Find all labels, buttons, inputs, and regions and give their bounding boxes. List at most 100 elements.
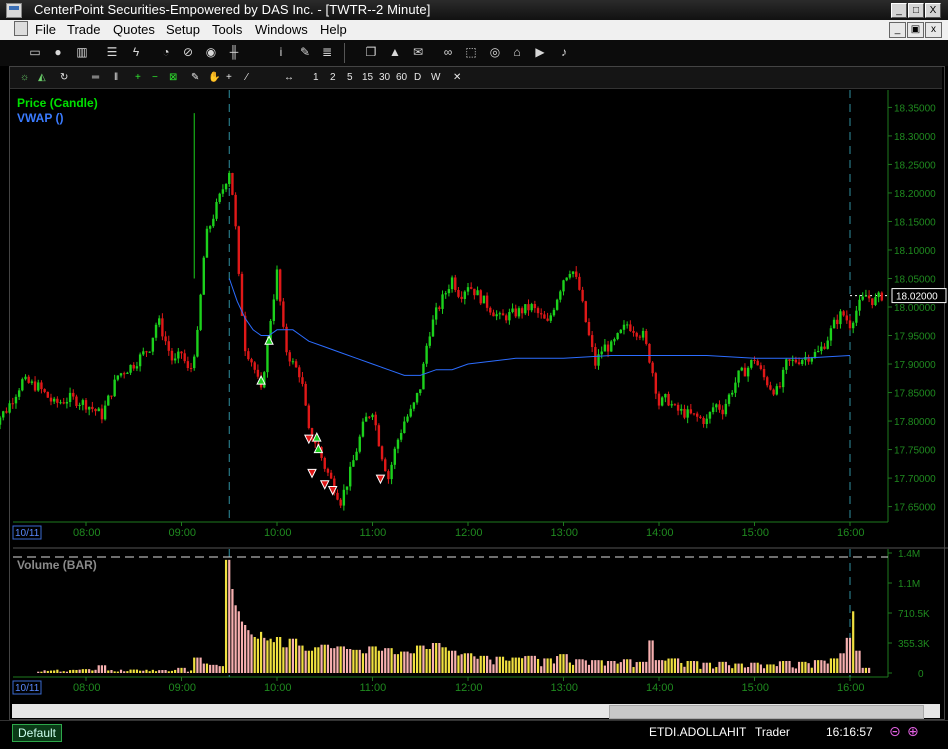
volume-bar bbox=[670, 658, 673, 673]
candle-up bbox=[549, 315, 552, 321]
volume-bar bbox=[78, 669, 81, 673]
candle-down bbox=[578, 276, 581, 290]
candle-up bbox=[68, 392, 72, 403]
candle-up bbox=[746, 367, 750, 377]
price-tick-label: 17.90000 bbox=[894, 360, 936, 371]
volume-bar bbox=[202, 663, 205, 673]
time-axis-tick-label: 08:00 bbox=[73, 527, 101, 539]
candle-down bbox=[43, 389, 46, 392]
volume-bar bbox=[387, 648, 390, 673]
volume-time-axis-tick-label: 14:00 bbox=[646, 682, 674, 694]
candle-down bbox=[546, 318, 549, 321]
volume-bar bbox=[46, 670, 49, 673]
volume-bar bbox=[527, 655, 530, 673]
candle-down bbox=[797, 362, 801, 365]
candle-down bbox=[842, 311, 845, 316]
volume-bar bbox=[524, 656, 527, 673]
volume-bar bbox=[832, 658, 836, 673]
candle-up bbox=[212, 218, 215, 227]
candle-down bbox=[581, 289, 584, 302]
volume-bar bbox=[482, 655, 486, 673]
volume-bar bbox=[750, 662, 753, 673]
candle-down bbox=[84, 400, 88, 410]
candle-down bbox=[123, 373, 126, 375]
candle-up bbox=[154, 324, 158, 338]
candle-up bbox=[173, 358, 177, 361]
candle-up bbox=[272, 299, 276, 321]
volume-bar bbox=[664, 660, 667, 673]
volume-bar bbox=[571, 664, 575, 673]
volume-bar bbox=[390, 648, 393, 673]
role-label: Trader bbox=[755, 725, 790, 739]
volume-bar bbox=[123, 671, 126, 673]
volume-bar bbox=[183, 667, 186, 673]
volume-bar bbox=[240, 621, 244, 673]
candle-down bbox=[307, 405, 311, 429]
volume-bar bbox=[132, 669, 135, 673]
volume-bar bbox=[81, 669, 84, 673]
volume-bar bbox=[139, 670, 142, 673]
volume-bar bbox=[317, 647, 320, 673]
candle-down bbox=[721, 409, 724, 415]
candle-up bbox=[129, 364, 132, 373]
candle-up bbox=[342, 489, 346, 506]
volume-bar bbox=[575, 659, 578, 673]
volume-bar bbox=[396, 654, 400, 673]
volume-bar bbox=[559, 654, 562, 673]
candle-up bbox=[14, 396, 18, 404]
layout-tab-default[interactable]: Default bbox=[12, 724, 62, 742]
candle-down bbox=[743, 367, 747, 377]
connection-status-icon[interactable]: ⊕ bbox=[907, 723, 919, 740]
candle-up bbox=[511, 308, 514, 313]
volume-bar bbox=[740, 663, 743, 673]
candle-down bbox=[718, 404, 721, 410]
candle-up bbox=[476, 290, 479, 296]
volume-bar bbox=[110, 669, 113, 673]
candle-up bbox=[138, 354, 142, 367]
volume-bar bbox=[119, 669, 123, 673]
status-bar bbox=[0, 720, 948, 749]
candle-down bbox=[699, 416, 702, 418]
candle-down bbox=[823, 346, 826, 349]
candle-down bbox=[91, 406, 94, 410]
price-volume-chart[interactable]: 18.35000 18.30000 18.25000 18.20000 18.15000… bbox=[0, 0, 948, 748]
volume-bar bbox=[463, 653, 466, 673]
volume-bar bbox=[167, 671, 170, 673]
volume-bar bbox=[177, 667, 180, 673]
volume-bar bbox=[813, 660, 817, 673]
volume-bar bbox=[724, 661, 727, 673]
volume-bar bbox=[154, 671, 158, 673]
sell-signal-marker bbox=[375, 474, 386, 485]
candle-up bbox=[495, 314, 498, 317]
volume-bar bbox=[683, 666, 686, 673]
candle-up bbox=[196, 329, 199, 357]
volume-bar bbox=[533, 655, 536, 673]
candle-up bbox=[775, 386, 778, 395]
volume-bar bbox=[677, 658, 680, 673]
volume-bar bbox=[307, 650, 310, 673]
volume-bar bbox=[466, 653, 470, 673]
candle-up bbox=[202, 257, 205, 295]
candle-down bbox=[632, 331, 635, 333]
volume-bar bbox=[355, 649, 358, 673]
volume-bar bbox=[743, 667, 747, 673]
volume-bar bbox=[591, 660, 594, 673]
candle-down bbox=[696, 413, 699, 417]
link-status-icon[interactable]: ⊝ bbox=[889, 723, 901, 740]
candle-up bbox=[396, 439, 400, 449]
volume-bar bbox=[269, 638, 272, 673]
volume-bar bbox=[492, 664, 495, 673]
candle-down bbox=[180, 351, 183, 354]
scrollbar-thumb[interactable] bbox=[609, 705, 924, 719]
candle-down bbox=[167, 341, 170, 351]
volume-bar bbox=[116, 671, 119, 673]
candle-down bbox=[49, 397, 53, 402]
last-price-label: 18.02000 bbox=[896, 292, 938, 303]
candle-up bbox=[705, 418, 708, 425]
candle-up bbox=[737, 370, 740, 383]
candle-up bbox=[616, 333, 619, 340]
volume-bar bbox=[584, 660, 587, 673]
volume-bar bbox=[263, 637, 266, 673]
time-axis-tick-label: 09:00 bbox=[169, 527, 197, 539]
horizontal-scrollbar[interactable] bbox=[12, 704, 940, 719]
